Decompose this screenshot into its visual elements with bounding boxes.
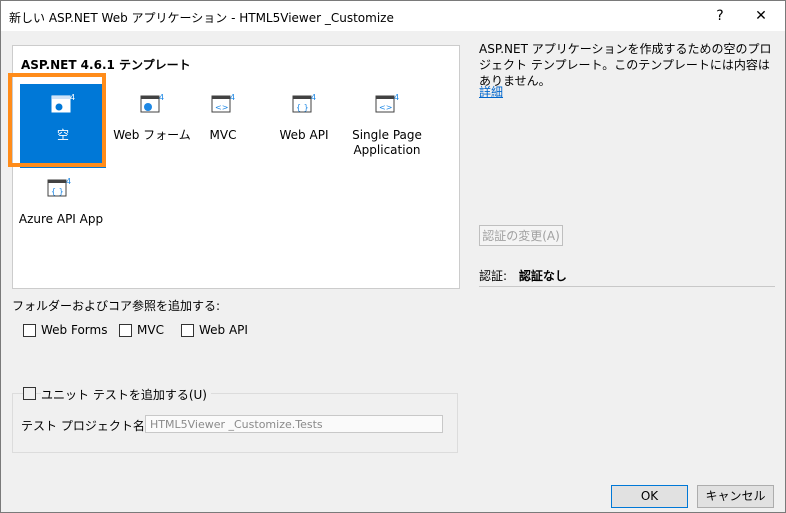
divider <box>479 286 775 287</box>
svg-text:{ }: { } <box>296 103 309 112</box>
svg-text:{ }: { } <box>51 187 64 196</box>
template-label: Web API <box>279 128 329 142</box>
unit-test-checkbox[interactable] <box>23 387 36 400</box>
change-auth-button[interactable]: 認証の変更(A) <box>479 225 563 246</box>
template-label: Single Page Application <box>352 128 422 157</box>
template-label: Azure API App <box>18 212 104 226</box>
svg-text:4: 4 <box>66 177 71 186</box>
svg-text:<>: <> <box>215 103 228 112</box>
auth-status: 認証: 認証なし <box>479 267 567 284</box>
help-button[interactable]: ? <box>705 4 735 28</box>
mvc-template-icon: <> 4 <box>211 93 235 113</box>
template-webapi[interactable]: { } 4 Web API <box>261 84 347 168</box>
svg-text:4: 4 <box>230 93 235 102</box>
cancel-button[interactable]: キャンセル <box>697 485 774 508</box>
mvc-checkbox[interactable] <box>119 324 132 337</box>
template-list-panel: ASP.NET 4.6.1 テンプレート 4 空 4 Web フォーム <> 4… <box>8 45 460 289</box>
webapi-checkbox[interactable] <box>181 324 194 337</box>
title-bar: 新しい ASP.NET Web アプリケーション - HTML5Viewer _… <box>1 1 785 31</box>
svg-text:4: 4 <box>159 93 164 102</box>
webapi-template-icon: { } 4 <box>292 93 316 113</box>
template-heading: ASP.NET 4.6.1 テンプレート <box>21 58 191 72</box>
webforms-template-icon: 4 <box>140 93 164 113</box>
svg-text:4: 4 <box>311 93 316 102</box>
svg-text:<>: <> <box>379 103 392 112</box>
selection-highlight-frame <box>8 73 106 167</box>
auth-value: 認証なし <box>518 269 567 283</box>
svg-text:4: 4 <box>394 93 399 102</box>
template-label: MVC <box>209 128 237 142</box>
webapi-checkbox-label: Web API <box>199 323 248 337</box>
webforms-checkbox[interactable] <box>23 324 36 337</box>
auth-label: 認証: <box>479 269 508 283</box>
test-project-name-input[interactable]: HTML5Viewer _Customize.Tests <box>145 415 443 433</box>
template-spa[interactable]: <> 4 Single Page Application <box>341 84 433 168</box>
template-azure-api-app[interactable]: { } 4 Azure API App <box>15 168 107 252</box>
unit-test-checkbox-label: ユニット テストを追加する(U) <box>41 386 211 403</box>
window-title: 新しい ASP.NET Web アプリケーション - HTML5Viewer _… <box>9 11 394 25</box>
ok-button[interactable]: OK <box>611 485 688 508</box>
template-description: ASP.NET アプリケーションを作成するための空のプロジェクト テンプレート。… <box>479 42 772 88</box>
dialog-content: ASP.NET 4.6.1 テンプレート 4 空 4 Web フォーム <> 4… <box>1 31 785 512</box>
test-project-name-label: テスト プロジェクト名(T): <box>21 419 166 433</box>
folders-label: フォルダーおよびコア参照を追加する: <box>12 299 221 313</box>
spa-template-icon: <> 4 <box>375 93 399 113</box>
azure-api-template-icon: { } 4 <box>47 177 71 197</box>
template-mvc[interactable]: <> 4 MVC <box>180 84 266 168</box>
webforms-checkbox-label: Web Forms <box>41 323 108 337</box>
dialog-window: 新しい ASP.NET Web アプリケーション - HTML5Viewer _… <box>0 0 786 513</box>
close-button[interactable]: ✕ <box>746 4 776 28</box>
mvc-checkbox-label: MVC <box>137 323 164 337</box>
details-link[interactable]: 詳細 <box>479 83 503 100</box>
